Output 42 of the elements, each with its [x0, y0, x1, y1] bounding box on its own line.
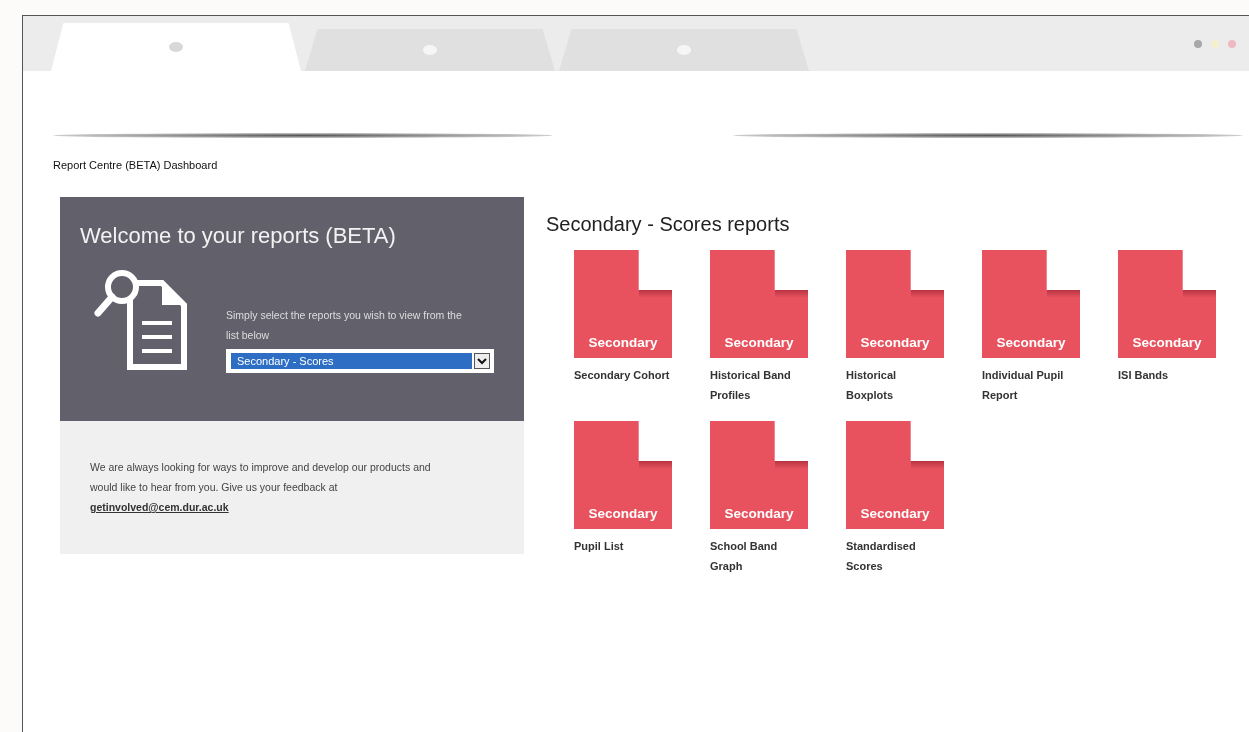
tile-label: Secondary [1132, 335, 1202, 350]
report-name[interactable]: Historical Boxplots [846, 365, 946, 405]
tile-label: Secondary [860, 335, 930, 350]
dropdown-icon[interactable] [474, 353, 490, 369]
report-name[interactable]: Pupil List [574, 536, 674, 556]
feedback-text: We are always looking for ways to improve and develop our products and would like to hear from you. Give us your feedback at getinvolved@cem.dur.ac.uk [90, 460, 432, 515]
report-name[interactable]: Individual Pupil Report [982, 365, 1082, 405]
report-name[interactable]: ISI Bands [1118, 365, 1218, 385]
close-icon[interactable] [169, 42, 183, 52]
page-fold [638, 289, 672, 298]
report-name[interactable]: School Band Graph [710, 536, 810, 576]
page-fold [774, 460, 808, 469]
page-fold [910, 289, 944, 298]
tile-label: Secondary [996, 335, 1066, 350]
report-name[interactable]: Standardised Scores [846, 536, 946, 576]
report-tile[interactable]: Secondary [1118, 250, 1216, 358]
page-fold [1182, 289, 1216, 298]
report-select[interactable]: Secondary - Scores [226, 349, 494, 373]
section-title: Secondary - Scores reports [546, 213, 791, 236]
report-tile[interactable]: Secondary [574, 250, 672, 358]
report-name[interactable]: Historical Band Profiles [710, 365, 810, 405]
tile-label: Secondary [588, 335, 658, 350]
tile-label: Secondary [724, 335, 794, 350]
report-tile[interactable]: Secondary [710, 250, 808, 358]
breadcrumb: Report Centre (BETA) Dashboard [52, 159, 219, 171]
instruction-text: Simply select the reports you wish to view from the list below [226, 308, 463, 343]
report-tile[interactable]: Secondary [982, 250, 1080, 358]
report-tile[interactable]: Secondary [846, 421, 944, 529]
report-tile[interactable]: Secondary [574, 421, 672, 529]
tile-label: Secondary [860, 506, 930, 521]
page-fold [774, 289, 808, 298]
welcome-title: Welcome to your reports (BETA) [80, 223, 397, 249]
page-fold [910, 460, 944, 469]
page-fold [1046, 289, 1080, 298]
window-controls-icon[interactable] [1193, 38, 1239, 49]
tile-label: Secondary [724, 506, 794, 521]
page-fold [638, 460, 672, 469]
report-tile[interactable]: Secondary [846, 250, 944, 358]
tile-label: Secondary [588, 506, 658, 521]
report-name[interactable]: Secondary Cohort [574, 365, 674, 385]
report-tile[interactable]: Secondary [710, 421, 808, 529]
email-link[interactable]: getinvolved@cem.dur.ac.uk [90, 501, 229, 513]
